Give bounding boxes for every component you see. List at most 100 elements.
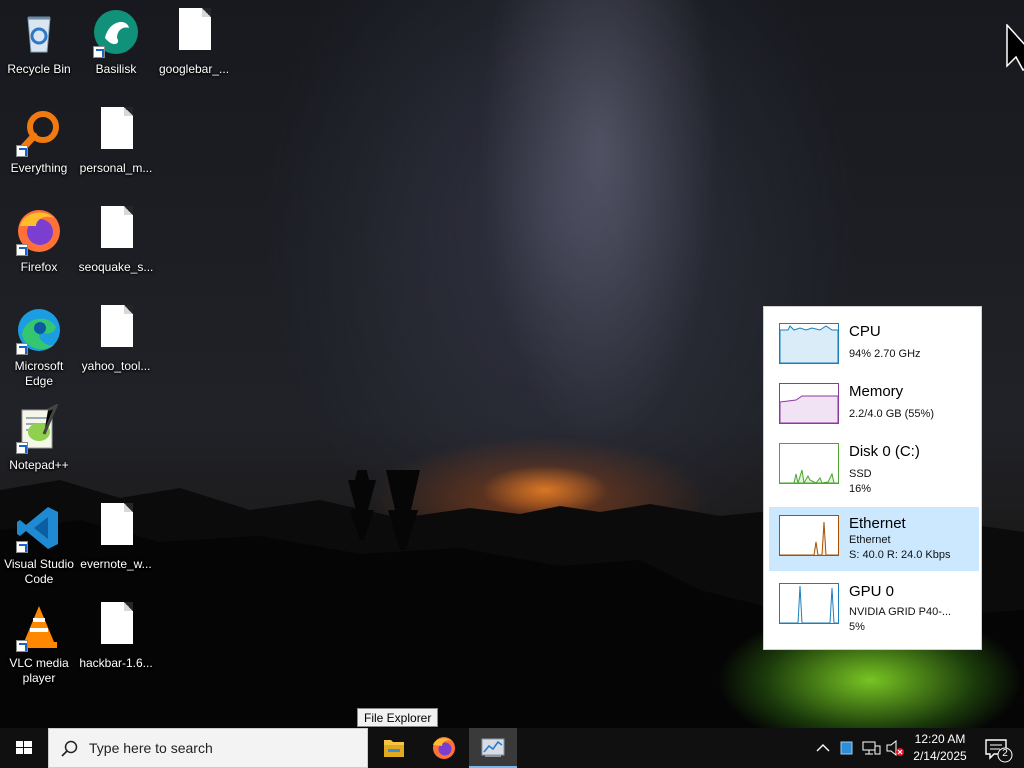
perf-item-detail: NVIDIA GRID P40-... [849, 606, 952, 618]
shortcut-arrow-icon [16, 244, 28, 256]
desktop-icon-label: yahoo_tool... [81, 359, 151, 373]
perf-item-detail: Ethernet [849, 534, 891, 546]
desktop-icon-label: hackbar-1.6... [79, 656, 153, 670]
mouse-cursor-icon [1006, 24, 1024, 72]
file-icon [91, 503, 141, 553]
recycle-bin-icon [14, 8, 64, 58]
notification-count-badge: 2 [1002, 748, 1008, 759]
shortcut-arrow-icon [16, 145, 28, 157]
shortcut-arrow-icon [16, 343, 28, 355]
performance-panel: CPU 94% 2.70 GHz Memory 2.2/4.0 GB (55%)… [763, 306, 982, 650]
volume-muted-icon [886, 739, 904, 757]
desktop-icon-label: Recycle Bin [7, 62, 71, 76]
taskbar-firefox[interactable] [420, 728, 468, 768]
desktop-icon-firefox[interactable]: Firefox [1, 206, 77, 275]
desktop-icon-label: Everything [10, 161, 68, 175]
perf-item-memory[interactable]: Memory 2.2/4.0 GB (55%) [769, 375, 979, 439]
shortcut-arrow-icon [16, 442, 28, 454]
desktop-icon-recycle-bin[interactable]: Recycle Bin [1, 8, 77, 77]
folder-icon [384, 740, 404, 757]
shortcut-arrow-icon [93, 46, 105, 58]
edge-icon [14, 305, 64, 355]
perf-item-detail: 2.2/4.0 GB (55%) [849, 408, 934, 420]
search-icon [61, 740, 78, 757]
network-icon [862, 741, 881, 755]
desktop-icon-label: googlebar_... [158, 62, 230, 76]
perf-item-cpu[interactable]: CPU 94% 2.70 GHz [769, 315, 979, 379]
search-placeholder: Type here to search [89, 740, 213, 756]
tray-blue-app-icon [840, 741, 853, 755]
perf-item-gpu[interactable]: GPU 0 NVIDIA GRID P40-... 5% [769, 575, 979, 639]
perf-item-title: GPU 0 [849, 583, 895, 600]
taskbar-task-manager[interactable] [469, 728, 517, 768]
notepad-plus-plus-icon [14, 402, 64, 454]
ethernet-graph [779, 515, 839, 556]
vscode-icon [14, 503, 64, 553]
action-center-button[interactable]: 2 [980, 728, 1020, 768]
taskbar-search-box[interactable]: Type here to search [48, 728, 368, 768]
gpu-graph [779, 583, 839, 624]
perf-item-title: CPU [849, 323, 881, 340]
desktop-icon-vlc[interactable]: VLC media player [1, 602, 77, 686]
desktop-icon-label: VLC media player [9, 656, 69, 685]
desktop-icon-label: personal_m... [79, 161, 153, 175]
file-icon [91, 602, 141, 652]
everything-search-icon [14, 107, 64, 157]
file-icon [91, 206, 141, 256]
perf-item-ethernet[interactable]: Ethernet Ethernet S: 40.0 R: 24.0 Kbps [769, 507, 979, 571]
desktop-icon-label: Microsoft Edge [14, 359, 64, 388]
memory-graph [779, 383, 839, 424]
desktop-icon-googlebar[interactable]: googlebar_... [156, 8, 232, 77]
perf-item-title: Memory [849, 383, 904, 400]
perf-item-detail-2: S: 40.0 R: 24.0 Kbps [849, 549, 951, 561]
file-explorer-tooltip: File Explorer [357, 708, 439, 727]
desktop-icon-label: Notepad++ [9, 458, 69, 472]
shortcut-arrow-icon [16, 640, 28, 652]
basilisk-icon [91, 8, 141, 58]
clock-time: 12:20 AM [914, 732, 966, 746]
task-manager-icon [481, 738, 505, 757]
desktop-icon-basilisk[interactable]: Basilisk [78, 8, 154, 77]
clock-date: 2/14/2025 [913, 749, 967, 763]
file-icon [91, 107, 141, 157]
chevron-up-icon [816, 744, 830, 752]
perf-item-title: Ethernet [849, 515, 906, 532]
taskbar-file-explorer[interactable] [370, 728, 418, 768]
desktop-icon-label: Firefox [20, 260, 58, 274]
firefox-icon [433, 737, 455, 759]
disk-graph [779, 443, 839, 485]
firefox-icon [14, 206, 64, 256]
taskbar: Type here to search 12:20 AM 2/14/2025 2 [0, 728, 1024, 768]
desktop-icon-personal-m[interactable]: personal_m... [78, 107, 154, 176]
desktop-icon-label: Basilisk [95, 62, 137, 76]
cpu-graph [779, 323, 839, 364]
perf-item-detail-2: 5% [849, 621, 865, 633]
perf-item-title: Disk 0 (C:) [849, 443, 920, 460]
desktop-icon-seoquake-s[interactable]: seoquake_s... [78, 206, 154, 275]
perf-item-detail: SSD [849, 468, 872, 480]
tray-volume[interactable] [884, 728, 906, 768]
perf-item-detail-2: 16% [849, 483, 872, 495]
perf-item-disk[interactable]: Disk 0 (C:) SSD 16% [769, 435, 979, 499]
tray-app-icon[interactable] [836, 728, 858, 768]
start-button[interactable] [0, 728, 48, 768]
desktop-icon-label: Visual Studio Code [4, 557, 74, 586]
windows-logo-icon [16, 741, 32, 754]
perf-item-detail: 94% 2.70 GHz [849, 348, 921, 360]
shortcut-arrow-icon [16, 541, 28, 553]
desktop-icon-vscode[interactable]: Visual Studio Code [1, 503, 77, 587]
tray-overflow-chevron[interactable] [812, 728, 834, 768]
desktop-icon-notepad-plus-plus[interactable]: Notepad++ [1, 402, 77, 473]
desktop-icon-edge[interactable]: Microsoft Edge [1, 305, 77, 389]
taskbar-clock[interactable]: 12:20 AM 2/14/2025 [904, 731, 976, 765]
desktop-icon-label: evernote_w... [80, 557, 152, 571]
desktop-icon-label: seoquake_s... [78, 260, 154, 274]
desktop-icon-yahoo-tool[interactable]: yahoo_tool... [78, 305, 154, 374]
desktop-icon-evernote-w[interactable]: evernote_w... [78, 503, 154, 572]
desktop-icon-hackbar[interactable]: hackbar-1.6... [78, 602, 154, 671]
desktop-icon-everything[interactable]: Everything [1, 107, 77, 176]
file-icon [169, 8, 219, 58]
tray-network[interactable] [860, 728, 882, 768]
vlc-icon [14, 602, 64, 652]
file-icon [91, 305, 141, 355]
